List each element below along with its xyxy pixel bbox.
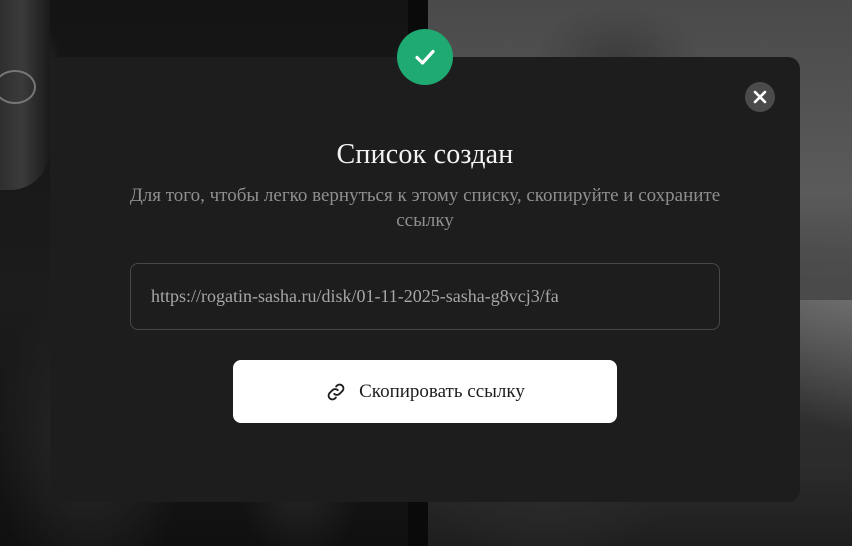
copy-link-label: Скопировать ссылку <box>359 380 525 402</box>
close-button[interactable] <box>745 82 775 112</box>
success-badge <box>397 29 453 85</box>
dialog-description: Для того, чтобы легко вернуться к этому … <box>129 185 721 231</box>
copy-link-button[interactable]: Скопировать ссылку <box>233 360 617 423</box>
list-created-dialog: Список создан Для того, чтобы легко верн… <box>50 57 800 502</box>
checkmark-icon <box>413 45 437 69</box>
dialog-title: Список создан <box>336 139 514 170</box>
share-link-input[interactable] <box>130 263 720 330</box>
link-icon <box>325 381 347 403</box>
close-icon <box>753 90 767 104</box>
